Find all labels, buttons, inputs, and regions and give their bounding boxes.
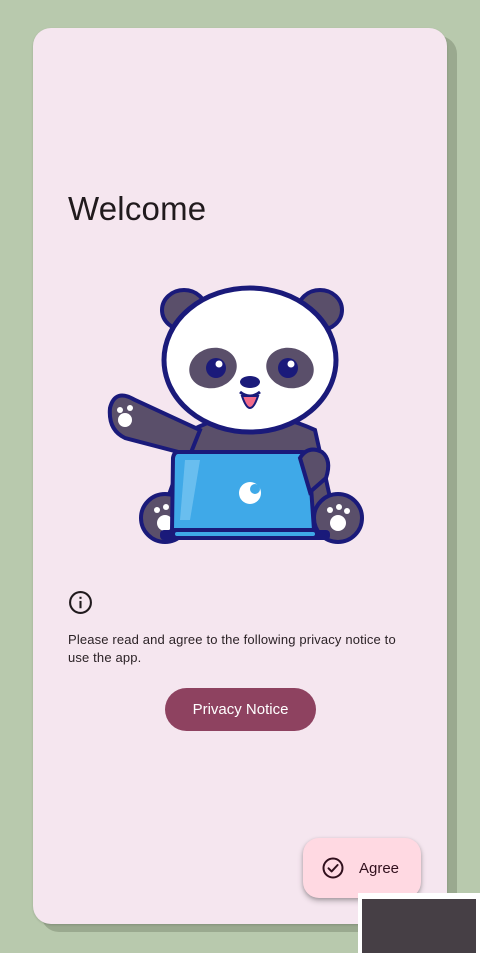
agree-button[interactable]: Agree [303,838,421,898]
page-title: Welcome [68,190,207,227]
info-icon [69,591,92,614]
privacy-notice-message: Please read and agree to the following p… [68,632,396,665]
check-circle-icon [322,857,344,879]
privacy-notice-button[interactable]: Privacy Notice [165,688,316,731]
corner-overlay-content [362,899,476,953]
panda-illustration [107,285,364,544]
system-corner-overlay [358,893,480,953]
agree-button-label: Agree [359,859,400,877]
